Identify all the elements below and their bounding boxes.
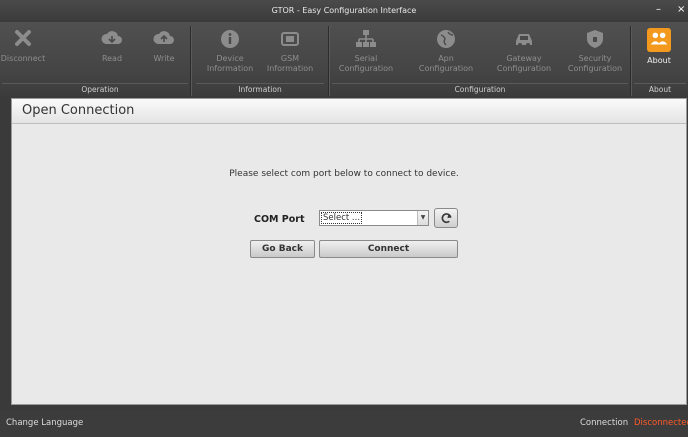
security-label-1: Security [578, 54, 612, 63]
disconnect-icon [11, 28, 35, 50]
serial-label-2: Configuration [338, 64, 394, 73]
read-button[interactable]: Read [92, 26, 132, 84]
network-icon [354, 28, 378, 50]
window-title: GTOR - Easy Configuration Interface [271, 6, 417, 15]
group-separator [630, 26, 632, 96]
car-icon [512, 28, 536, 50]
change-language-link[interactable]: Change Language [6, 418, 83, 428]
com-port-select[interactable]: Select ... ▼ [319, 210, 429, 226]
apn-label-2: Configuration [418, 64, 474, 73]
apn-configuration-button[interactable]: Apn Configuration [410, 26, 482, 84]
group-label-about: About [648, 85, 672, 94]
ribbon-toolbar: Disconnect Read Write Operation Device I… [0, 22, 688, 96]
about-button[interactable]: About [634, 26, 684, 84]
group-label-configuration: Configuration [454, 85, 506, 94]
users-icon [647, 28, 671, 52]
read-label: Read [101, 54, 123, 63]
security-label-2: Configuration [567, 64, 623, 73]
gsm-information-button[interactable]: GSM Information [260, 26, 320, 84]
gateway-configuration-button[interactable]: Gateway Configuration [484, 26, 564, 84]
gsm-info-label-2: Information [266, 64, 314, 73]
refresh-icon [441, 213, 452, 224]
minimize-button[interactable]: – [656, 4, 661, 16]
group-separator [190, 26, 192, 96]
go-back-button[interactable]: Go Back [250, 240, 315, 258]
group-line [196, 83, 324, 84]
title-bar: GTOR - Easy Configuration Interface – × [0, 0, 688, 22]
chevron-down-icon[interactable]: ▼ [417, 211, 428, 225]
group-label-operation: Operation [81, 85, 119, 94]
group-line [332, 83, 628, 84]
panel-header: Open Connection [12, 99, 686, 124]
device-information-button[interactable]: Device Information [202, 26, 258, 84]
serial-configuration-button[interactable]: Serial Configuration [330, 26, 402, 84]
device-info-label-1: Device [216, 54, 244, 63]
gateway-label-2: Configuration [496, 64, 552, 73]
apn-label-1: Apn [438, 54, 454, 63]
com-port-label: COM Port [254, 214, 305, 225]
cloud-upload-icon [152, 28, 176, 50]
device-info-label-2: Information [206, 64, 254, 73]
connect-button[interactable]: Connect [319, 240, 458, 258]
disconnect-label: Disconnect [0, 54, 46, 63]
refresh-button[interactable] [434, 208, 458, 228]
group-line [2, 83, 188, 84]
write-label: Write [153, 54, 175, 63]
sim-card-icon [278, 28, 302, 50]
about-label: About [647, 56, 671, 65]
gateway-label-1: Gateway [506, 54, 542, 63]
disconnect-button[interactable]: Disconnect [0, 26, 46, 84]
instruction-text: Please select com port below to connect … [229, 169, 459, 179]
write-button[interactable]: Write [144, 26, 184, 84]
shield-icon [583, 28, 607, 50]
globe-icon [434, 28, 458, 50]
close-button[interactable]: × [677, 4, 685, 16]
cloud-download-icon [100, 28, 124, 50]
security-configuration-button[interactable]: Security Configuration [560, 26, 630, 84]
status-bar: Change Language Connection Disconnected [0, 410, 688, 437]
connection-label: Connection [580, 418, 629, 428]
com-port-value: Select ... [320, 212, 363, 224]
info-icon [218, 28, 242, 50]
group-label-information: Information [238, 85, 282, 94]
group-line [634, 83, 686, 84]
serial-label-1: Serial [354, 54, 378, 63]
panel-title: Open Connection [22, 103, 135, 118]
gsm-info-label-1: GSM [280, 54, 300, 63]
connection-status: Disconnected [634, 418, 688, 428]
